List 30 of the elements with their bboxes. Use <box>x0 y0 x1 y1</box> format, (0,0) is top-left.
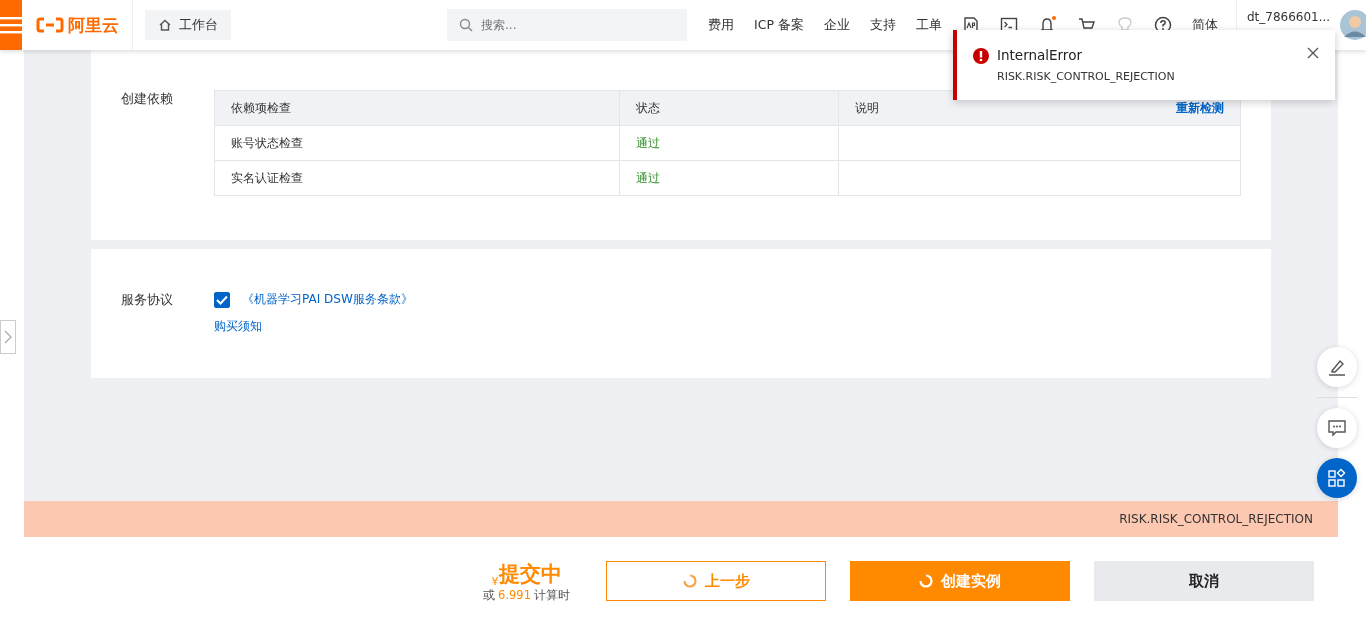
column-header: 依赖项检查 <box>214 90 620 126</box>
table-cell: 账号状态检查 <box>214 125 620 161</box>
nav-link[interactable]: ICP 备案 <box>754 16 804 34</box>
column-header: 说明 <box>855 99 879 117</box>
price-unit: 计算时 <box>534 587 570 603</box>
status-cell: 通过 <box>619 160 839 196</box>
terms-link[interactable]: 《机器学习PAI DSW服务条款》 <box>242 291 413 308</box>
price-prefix: 或 <box>483 587 496 603</box>
toast-message: RISK.RISK_CONTROL_REJECTION <box>997 70 1176 83</box>
purchase-notice-link[interactable]: 购买须知 <box>214 318 413 335</box>
action-button[interactable]: 取消 <box>1094 561 1314 601</box>
nav-link[interactable]: 工单 <box>915 16 942 34</box>
form-label: 创建依赖 <box>121 90 174 108</box>
workbench-button[interactable]: 工作台 <box>145 10 231 40</box>
status-cell: 通过 <box>619 125 839 161</box>
language-link[interactable]: 简体 <box>1191 16 1218 34</box>
recheck-link[interactable]: 重新检测 <box>1176 99 1224 117</box>
price-amount: 6.991 <box>498 587 531 603</box>
table-cell: 实名认证检查 <box>214 160 620 196</box>
currency-symbol: ¥ <box>491 574 499 588</box>
username[interactable]: dt_7866601... <box>1246 10 1331 24</box>
nav-link[interactable]: 支持 <box>869 16 896 34</box>
error-message: RISK.RISK_CONTROL_REJECTION <box>1119 512 1313 526</box>
toast-title: InternalError <box>997 47 1083 63</box>
form-label: 服务协议 <box>121 291 174 309</box>
price-status: 提交中 <box>498 560 562 588</box>
search-field[interactable]: 搜索... <box>447 9 687 41</box>
nav-link[interactable]: 费用 <box>708 16 734 34</box>
column-header: 状态 <box>619 90 839 126</box>
nav-link[interactable]: 企业 <box>823 16 850 34</box>
